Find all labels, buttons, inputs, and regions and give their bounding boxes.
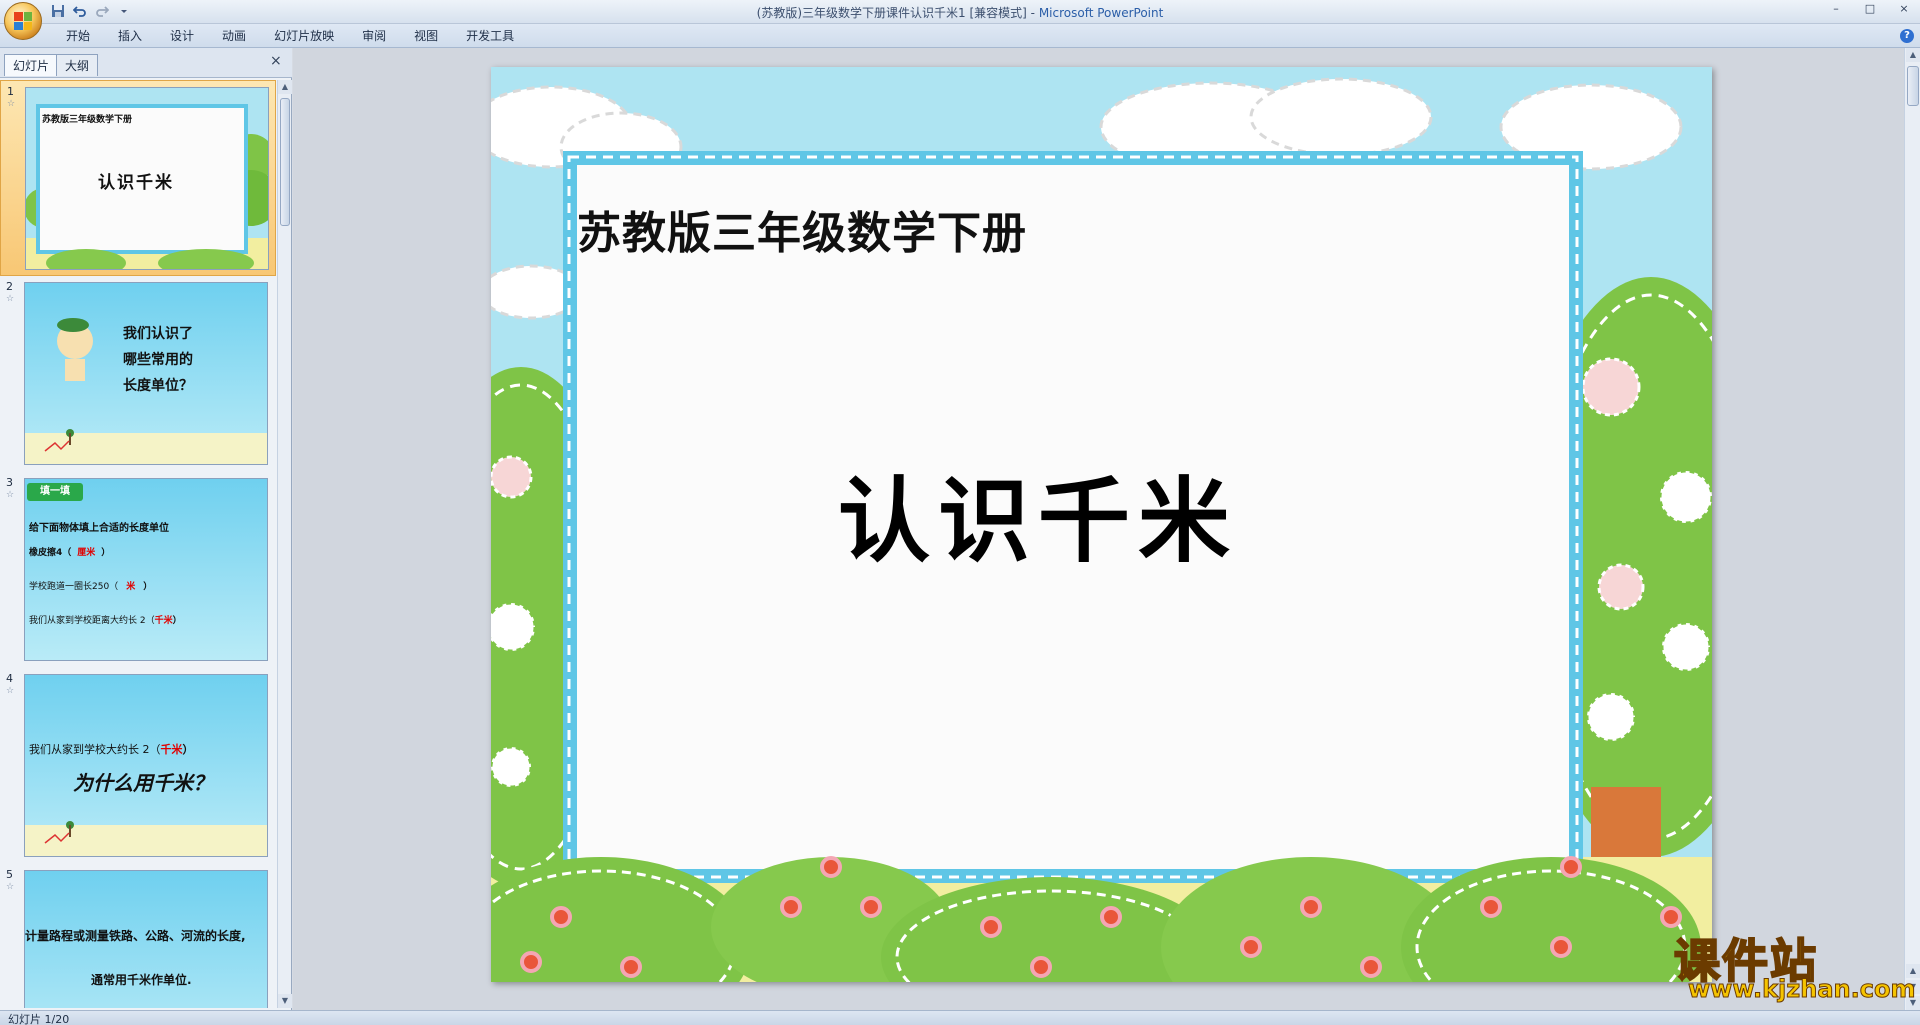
answer-text: 千米 — [160, 743, 183, 756]
status-bar: 幻灯片 1/20 — [0, 1010, 1920, 1025]
slide-number: 5 — [6, 868, 13, 881]
slide-thumbnail-1[interactable]: 1 ☆ 苏教版三年级数学下册 认识千米 — [0, 80, 276, 276]
slide-preview: 计量路程或测量铁路、公路、河流的长度, 通常用千米作单位. — [24, 870, 268, 1008]
slide-main-heading[interactable]: 认识千米 — [838, 447, 1238, 580]
redo-icon[interactable] — [94, 3, 110, 19]
watermark-url: www.kjzhan.com — [1687, 975, 1916, 1004]
slide-thumbnail-2[interactable]: 2 ☆ 我们认识了 哪些常用的 长度单位？ — [0, 276, 276, 472]
transition-icon: ☆ — [6, 294, 15, 304]
question-text: 我们从家到学校距离大约长 2（ — [29, 616, 155, 626]
thumb-badge: 填一填 — [27, 483, 83, 501]
tab-slides[interactable]: 幻灯片 — [4, 54, 59, 76]
slide-title[interactable]: 苏教版三年级数学下册 — [577, 197, 1027, 261]
answer-text: 千米 — [154, 616, 173, 626]
thumb-line-3: 长度单位？ — [123, 378, 193, 394]
thumb-heading: 给下面物体填上合适的长度单位 — [29, 523, 169, 534]
pane-tabs: 幻灯片 大纲 × — [0, 48, 292, 78]
current-slide[interactable]: 苏教版三年级数学下册 认识千米 — [491, 67, 1712, 982]
thumb-line-1: 我们从家到学校大约长 2（千米） — [29, 741, 194, 757]
thumb-main: 认识千米 — [98, 173, 174, 193]
thumb-question-2: 学校跑道一圈长250（ 米 ） — [29, 579, 152, 592]
thumb-line-2: 通常用千米作单位. — [91, 973, 192, 987]
slide-number: 3 — [6, 476, 13, 489]
slide-number: 2 — [6, 280, 13, 293]
thumb-question-3: 我们从家到学校距离大约长 2（千米） — [29, 613, 182, 626]
transition-icon: ☆ — [6, 490, 15, 500]
customize-toolbar-icon[interactable] — [116, 3, 132, 19]
answer-text: 厘米 — [77, 548, 96, 558]
line-text: 我们从家到学校大约长 2（ — [29, 743, 161, 756]
tab-insert[interactable]: 插入 — [104, 28, 156, 46]
tab-design[interactable]: 设计 — [156, 28, 208, 46]
slide-number: 1 — [7, 85, 14, 98]
tab-view[interactable]: 视图 — [400, 28, 452, 46]
question-text: 学校跑道一圈长250（ — [29, 582, 119, 592]
transition-icon: ☆ — [6, 882, 15, 892]
slide-thumbnail-4[interactable]: 4 ☆ 我们从家到学校大约长 2（千米） 为什么用千米？ — [0, 668, 276, 864]
powerpoint-window: (苏教版)三年级数学下册课件认识千米1 [兼容模式] - Microsoft P… — [0, 0, 1920, 1025]
slide-number: 4 — [6, 672, 13, 685]
save-icon[interactable] — [50, 3, 66, 19]
thumb-title: 苏教版三年级数学下册 — [42, 115, 133, 125]
question-end: ） — [143, 582, 153, 592]
scroll-up-icon[interactable]: ▲ — [1906, 48, 1920, 62]
slide-preview: 苏教版三年级数学下册 认识千米 — [25, 87, 269, 270]
window-controls: – □ × — [1826, 2, 1914, 18]
slide-preview: 我们从家到学校大约长 2（千米） 为什么用千米？ — [24, 674, 268, 857]
thumb-line-1: 计量路程或测量铁路、公路、河流的长度, — [25, 929, 246, 943]
transition-icon: ☆ — [7, 99, 16, 109]
scroll-up-icon[interactable]: ▲ — [278, 80, 292, 94]
ribbon-tabs-bar: 开始 插入 设计 动画 幻灯片放映 审阅 视图 开发工具 ? — [0, 24, 1920, 48]
scrollbar-thumb[interactable] — [280, 98, 290, 226]
question-text: 橡皮擦4（ — [29, 548, 72, 558]
line-end: ） — [182, 743, 194, 756]
question-end: ） — [101, 548, 111, 558]
scroll-down-icon[interactable]: ▼ — [278, 994, 292, 1008]
app-name: Microsoft PowerPoint — [1038, 6, 1164, 20]
tab-slideshow[interactable]: 幻灯片放映 — [260, 28, 348, 46]
office-logo-icon — [14, 12, 32, 30]
main-scrollbar[interactable]: ▲ ▲ ▼ ▼ — [1904, 48, 1920, 1010]
tab-outline[interactable]: 大纲 — [56, 54, 99, 76]
watermark-logo: 课件站 www.kjzhan.com — [1668, 925, 1916, 1005]
ribbon-tabs: 开始 插入 设计 动画 幻灯片放映 审阅 视图 开发工具 — [52, 28, 528, 46]
help-icon[interactable]: ? — [1900, 29, 1914, 43]
thumbnails-scrollbar[interactable]: ▲ ▼ — [277, 80, 292, 1008]
thumb-question-1: 橡皮擦4（ 厘米 ） — [29, 545, 110, 558]
document-title: (苏教版)三年级数学下册课件认识千米1 [兼容模式] - — [756, 6, 1039, 20]
transition-icon: ☆ — [6, 686, 15, 696]
office-button[interactable] — [4, 2, 42, 40]
slide-thumbnail-5[interactable]: 5 ☆ 计量路程或测量铁路、公路、河流的长度, 通常用千米作单位. — [0, 864, 276, 1008]
quick-access-toolbar — [50, 3, 132, 19]
close-pane-icon[interactable]: × — [270, 54, 284, 68]
slide-preview: 填一填 给下面物体填上合适的长度单位 橡皮擦4（ 厘米 ） 学校跑道一圈长250（ 米… — [24, 478, 268, 661]
tab-review[interactable]: 审阅 — [348, 28, 400, 46]
thumb-line-2: 哪些常用的 — [123, 352, 193, 368]
slide-preview: 我们认识了 哪些常用的 长度单位？ — [24, 282, 268, 465]
tab-home[interactable]: 开始 — [52, 28, 104, 46]
window-title: (苏教版)三年级数学下册课件认识千米1 [兼容模式] - Microsoft P… — [0, 4, 1920, 21]
slide-thumbnail-3[interactable]: 3 ☆ 填一填 给下面物体填上合适的长度单位 橡皮擦4（ 厘米 ） 学校跑道一圈长2… — [0, 472, 276, 668]
undo-icon[interactable] — [72, 3, 88, 19]
slide-counter: 幻灯片 1/20 — [8, 1013, 70, 1025]
restore-button[interactable]: □ — [1860, 2, 1880, 18]
thumb-line-1: 我们认识了 — [123, 326, 193, 342]
tab-developer[interactable]: 开发工具 — [452, 28, 528, 46]
slides-pane: 幻灯片 大纲 × 1 ☆ 苏教版三年级数学下册 认识千米 2 ☆ 我们认识了 哪… — [0, 48, 292, 1010]
tab-animations[interactable]: 动画 — [208, 28, 260, 46]
answer-text: 米 — [126, 582, 136, 592]
title-bar: (苏教版)三年级数学下册课件认识千米1 [兼容模式] - Microsoft P… — [0, 0, 1920, 24]
question-end: ） — [172, 616, 182, 626]
minimize-button[interactable]: – — [1826, 2, 1846, 18]
slide-thumbnails: 1 ☆ 苏教版三年级数学下册 认识千米 2 ☆ 我们认识了 哪些常用的 长度单位… — [0, 80, 276, 1008]
close-button[interactable]: × — [1894, 2, 1914, 18]
thumb-line-2: 为什么用千米？ — [73, 771, 213, 795]
scrollbar-thumb[interactable] — [1907, 66, 1919, 106]
